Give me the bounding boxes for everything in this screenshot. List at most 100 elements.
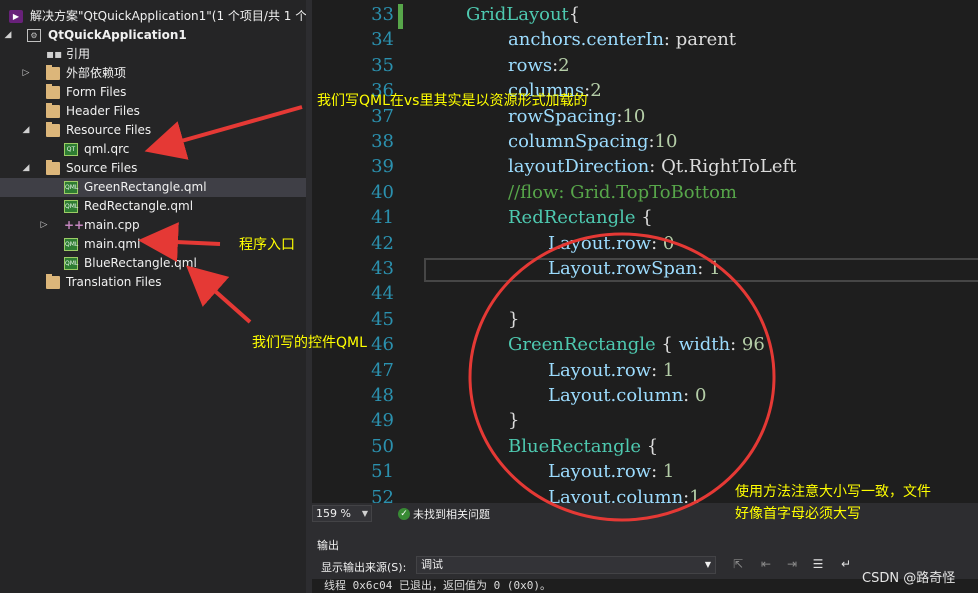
folder-open-icon	[46, 122, 60, 137]
code-token: {	[641, 435, 659, 457]
tree-item-translation-files[interactable]: Translation Files	[0, 273, 306, 292]
expanded-arrow-icon[interactable]: ◢	[21, 121, 31, 140]
tree-item-red-rectangle[interactable]: QML RedRectangle.qml	[0, 197, 306, 216]
code-line[interactable]: anchors.centerIn: parent	[508, 29, 736, 50]
watermark: CSDN @路奇怪	[862, 571, 956, 586]
code-token: : parent	[663, 29, 737, 51]
code-line[interactable]: BlueRectangle {	[508, 436, 658, 457]
solution-label: 解决方案"QtQuickApplication1"(1 个项目/共 1 个)	[30, 9, 306, 23]
chevron-down-icon: ▼	[361, 509, 368, 518]
tree-item-label: 外部依赖项	[66, 66, 127, 80]
editor-status-bar: 159 % ▼ ✓ 未找到相关问题	[312, 503, 978, 525]
code-line[interactable]: //flow: Grid.TopToBottom	[508, 182, 737, 203]
tree-item-label: Translation Files	[66, 275, 162, 289]
annotation-usage-line2: 好像首字母必须大写	[735, 506, 861, 522]
annotation-entry: 程序入口	[239, 237, 295, 253]
code-line[interactable]: Layout.column: 0	[548, 385, 706, 406]
code-line[interactable]: GreenRectangle { width: 96	[508, 334, 765, 355]
tree-item-label: GreenRectangle.qml	[84, 180, 207, 194]
tree-item-qml-qrc[interactable]: QT qml.qrc	[0, 140, 306, 159]
tree-item-blue-rectangle[interactable]: QML BlueRectangle.qml	[0, 254, 306, 273]
line-number: 47	[371, 359, 394, 381]
code-token: {	[655, 334, 679, 356]
collapsed-arrow-icon[interactable]: ▷	[39, 216, 49, 235]
qrc-file-icon: QT	[64, 143, 78, 156]
line-number: 41	[371, 207, 394, 229]
collapsed-arrow-icon[interactable]: ▷	[21, 64, 31, 83]
tree-item-main-cpp[interactable]: ▷ ++ main.cpp	[0, 216, 306, 235]
expanded-arrow-icon[interactable]: ◢	[3, 26, 13, 45]
line-number: 50	[371, 435, 394, 457]
code-line[interactable]: RedRectangle {	[508, 207, 653, 228]
output-source-value: 调试	[421, 558, 443, 571]
solution-explorer: ▶ 解决方案"QtQuickApplication1"(1 个项目/共 1 个)…	[0, 0, 306, 593]
code-token: GridLayout	[466, 4, 569, 25]
code-editor[interactable]: 33 34 35 36 37 38 39 40 41 42 43 44 45 46 47 48 49 50 51 52…	[312, 0, 978, 503]
code-line[interactable]: }	[508, 410, 519, 431]
line-number: 43	[371, 258, 394, 279]
next-message-icon[interactable]: ⇥	[784, 556, 800, 572]
code-token: :	[730, 334, 742, 356]
previous-message-icon[interactable]: ⇤	[758, 556, 774, 572]
chevron-down-icon: ▼	[704, 560, 711, 569]
tree-item-label: main.qml	[84, 237, 141, 251]
code-line[interactable]: Layout.rowSpan: 1	[548, 258, 721, 279]
code-line[interactable]: Layout.column:1	[548, 487, 701, 503]
code-token: 1	[689, 486, 701, 503]
code-token: 96	[741, 334, 765, 356]
tree-item-green-rectangle[interactable]: QML GreenRectangle.qml	[0, 178, 306, 197]
code-token: {	[568, 4, 581, 25]
tree-item-source-files[interactable]: ◢ Source Files	[0, 159, 306, 178]
line-number: 44	[371, 283, 394, 305]
code-token: 2	[590, 80, 602, 102]
code-token: RedRectangle	[508, 207, 636, 229]
code-token: 2	[558, 54, 570, 76]
tree-item-resource-files[interactable]: ◢ Resource Files	[0, 121, 306, 140]
code-token: :	[651, 359, 663, 381]
tree-item-references[interactable]: ▪▪ 引用	[0, 45, 306, 64]
code-token: Layout.row	[548, 359, 652, 381]
qml-file-icon: QML	[64, 181, 78, 194]
code-token: BlueRectangle	[508, 435, 642, 457]
line-number: 33	[371, 4, 394, 25]
line-number: 39	[371, 156, 394, 178]
folder-icon	[46, 103, 60, 118]
code-line[interactable]: rows:2	[508, 55, 570, 76]
tree-item-header-files[interactable]: Header Files	[0, 102, 306, 121]
code-token: 0	[694, 385, 707, 406]
code-line[interactable]: layoutDirection: Qt.RightToLeft	[508, 156, 796, 177]
tree-item-label: Resource Files	[66, 123, 152, 137]
word-wrap-icon[interactable]: ↵	[838, 556, 854, 572]
line-number: 34	[371, 29, 394, 51]
code-line[interactable]: columnSpacing:10	[508, 131, 677, 152]
qml-file-icon: QML	[64, 200, 78, 213]
line-number: 51	[371, 461, 394, 483]
zoom-dropdown[interactable]: 159 % ▼	[312, 505, 372, 522]
tree-item-external-deps[interactable]: ▷ 外部依赖项	[0, 64, 306, 83]
code-token: //flow: Grid.TopToBottom	[508, 181, 737, 203]
output-source-label: 显示输出来源(S):	[321, 561, 407, 574]
code-token: }	[508, 410, 520, 432]
expanded-arrow-icon[interactable]: ◢	[21, 159, 31, 178]
code-line[interactable]: Layout.row: 1	[548, 360, 674, 381]
code-line[interactable]: Layout.row: 1	[548, 461, 674, 482]
code-token: {	[635, 207, 653, 229]
tree-project[interactable]: ◢ ⚙ QtQuickApplication1	[0, 26, 306, 45]
code-token: : Qt.RightToLeft	[649, 156, 797, 178]
cpp-file-icon: ++	[64, 218, 85, 232]
tree-item-form-files[interactable]: Form Files	[0, 83, 306, 102]
code-line[interactable]: GridLayout{	[466, 4, 580, 25]
code-token: width	[678, 334, 731, 356]
output-source-select[interactable]: 调试 ▼	[416, 556, 716, 574]
clear-all-icon[interactable]: ☰	[810, 556, 826, 572]
issues-status[interactable]: 未找到相关问题	[413, 506, 490, 522]
find-message-icon[interactable]: ⇱	[730, 556, 746, 572]
code-line[interactable]: Layout.row: 0	[548, 233, 674, 254]
tree-item-label: qml.qrc	[84, 142, 130, 156]
tree-item-label: RedRectangle.qml	[84, 199, 194, 213]
tree-solution[interactable]: ▶ 解决方案"QtQuickApplication1"(1 个项目/共 1 个)	[0, 7, 306, 26]
project-icon: ⚙	[27, 29, 41, 42]
code-line[interactable]: }	[508, 309, 519, 330]
code-token: :	[651, 461, 663, 483]
code-token: Layout.column	[548, 385, 684, 406]
